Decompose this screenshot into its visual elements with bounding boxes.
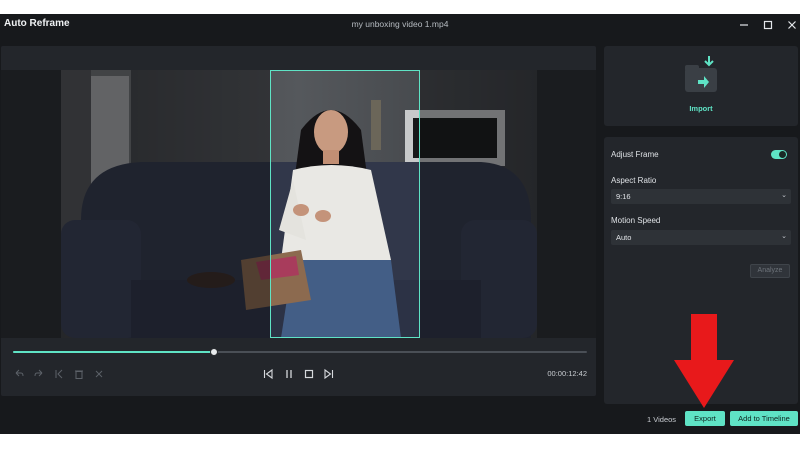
close-clip-icon[interactable] <box>92 367 106 381</box>
reframe-crop-box[interactable] <box>270 70 420 338</box>
file-name: my unboxing video 1.mp4 <box>351 19 449 29</box>
playback-progress-bar[interactable] <box>13 348 587 356</box>
stop-icon[interactable] <box>302 367 316 381</box>
title-bar: Auto Reframe my unboxing video 1.mp4 <box>0 14 800 36</box>
motion-speed-value: Auto <box>616 233 632 242</box>
add-to-timeline-button[interactable]: Add to Timeline <box>730 411 798 426</box>
analyze-button[interactable]: Analyze <box>750 264 790 278</box>
aspect-ratio-value: 9:16 <box>616 192 631 201</box>
progress-handle[interactable] <box>209 348 218 356</box>
video-preview <box>1 70 596 338</box>
undo-icon[interactable] <box>12 367 26 381</box>
video-frame <box>61 70 537 338</box>
export-button[interactable]: Export <box>685 411 725 426</box>
redo-icon[interactable] <box>32 367 46 381</box>
pause-icon[interactable] <box>282 367 296 381</box>
timecode: 00:00:12:42 <box>547 369 587 378</box>
previous-frame-icon[interactable] <box>261 367 275 381</box>
import-panel[interactable]: Import <box>604 46 798 126</box>
progress-fill <box>13 351 214 353</box>
preview-panel: 00:00:12:42 <box>1 46 596 396</box>
crop-mask-right <box>420 70 537 338</box>
adjust-frame-label: Adjust Frame <box>611 150 659 159</box>
aspect-ratio-select[interactable]: 9:16 ⌄ <box>611 189 791 204</box>
motion-speed-select[interactable]: Auto ⌄ <box>611 230 791 245</box>
minimize-icon[interactable] <box>736 17 752 33</box>
auto-reframe-window: Auto Reframe my unboxing video 1.mp4 00:… <box>0 14 800 434</box>
crop-mask-left <box>61 70 270 338</box>
chevron-down-icon: ⌄ <box>781 233 787 240</box>
close-icon[interactable] <box>784 17 800 33</box>
aspect-ratio-label: Aspect Ratio <box>611 176 657 185</box>
video-count: 1 Videos <box>647 415 677 424</box>
annotation-arrow-icon <box>674 314 734 408</box>
chevron-down-icon: ⌄ <box>781 192 787 199</box>
delete-icon[interactable] <box>72 367 86 381</box>
split-start-icon[interactable] <box>52 367 66 381</box>
maximize-icon[interactable] <box>760 17 776 33</box>
import-folder-icon[interactable] <box>682 54 722 98</box>
motion-speed-label: Motion Speed <box>611 216 661 225</box>
adjust-frame-toggle[interactable] <box>771 150 787 159</box>
import-label: Import <box>689 104 713 113</box>
next-frame-icon[interactable] <box>322 367 336 381</box>
